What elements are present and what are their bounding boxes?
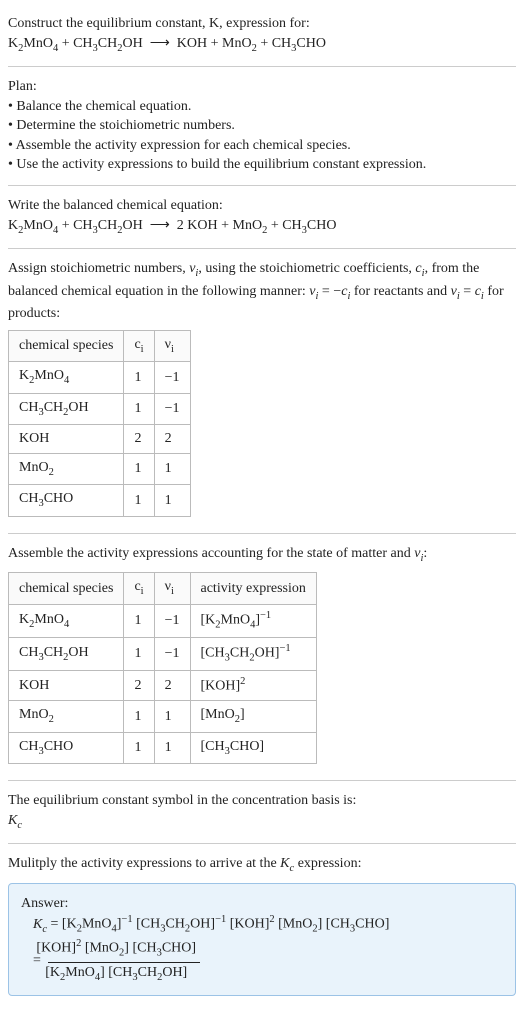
- plan-item: • Determine the stoichiometric numbers.: [8, 116, 516, 136]
- table-row: CH3CH2OH 1 −1: [9, 393, 191, 424]
- cell: −1: [154, 362, 190, 393]
- cell: 1: [124, 732, 154, 763]
- th-ci: ci: [124, 330, 154, 361]
- th-vi: νi: [154, 330, 190, 361]
- cell: [K2MnO4]−1: [190, 604, 316, 637]
- cell: KOH: [9, 670, 124, 700]
- cell: 1: [124, 362, 154, 393]
- divider: [8, 780, 516, 781]
- cell: MnO2: [9, 453, 124, 484]
- table-header-row: chemical species ci νi: [9, 330, 191, 361]
- cell: K2MnO4: [9, 362, 124, 393]
- cell: −1: [154, 393, 190, 424]
- assemble-text: Assemble the activity expressions accoun…: [8, 544, 516, 566]
- cell: CH3CHO: [9, 485, 124, 516]
- cell: 1: [154, 701, 190, 732]
- cell: 1: [154, 485, 190, 516]
- cell: 1: [124, 604, 154, 637]
- kc-symbol-text: The equilibrium constant symbol in the c…: [8, 791, 516, 811]
- answer-fraction: [KOH]2 [MnO2] [CH3CHO] [K2MnO4] [CH3CH2O…: [48, 937, 200, 985]
- cell: [CH3CH2OH]−1: [190, 637, 316, 670]
- intro-line1: Construct the equilibrium constant, K, e…: [8, 14, 516, 34]
- kc-symbol-section: The equilibrium constant symbol in the c…: [8, 785, 516, 839]
- cell: 1: [124, 637, 154, 670]
- divider: [8, 843, 516, 844]
- activity-section: Assemble the activity expressions accoun…: [8, 538, 516, 776]
- cell: [KOH]2: [190, 670, 316, 700]
- plan-item: • Balance the chemical equation.: [8, 97, 516, 117]
- th-ci: ci: [124, 573, 154, 604]
- stoich-assign-section: Assign stoichiometric numbers, νi, using…: [8, 253, 516, 529]
- cell: 1: [124, 393, 154, 424]
- answer-label: Answer:: [21, 894, 503, 914]
- cell: 1: [124, 485, 154, 516]
- cell: [CH3CHO]: [190, 732, 316, 763]
- cell: CH3CHO: [9, 732, 124, 763]
- th-activity: activity expression: [190, 573, 316, 604]
- th-vi: νi: [154, 573, 190, 604]
- answer-box: Answer: Kc = [K2MnO4]−1 [CH3CH2OH]−1 [KO…: [8, 883, 516, 996]
- table-row: KOH 2 2 [KOH]2: [9, 670, 317, 700]
- table-row: CH3CHO 1 1 [CH3CHO]: [9, 732, 317, 763]
- cell: K2MnO4: [9, 604, 124, 637]
- table-row: K2MnO4 1 −1: [9, 362, 191, 393]
- kc-symbol: Kc: [8, 811, 516, 833]
- plan-section: Plan: • Balance the chemical equation. •…: [8, 71, 516, 181]
- balanced-section: Write the balanced chemical equation: K2…: [8, 190, 516, 244]
- divider: [8, 185, 516, 186]
- activity-table: chemical species ci νi activity expressi…: [8, 572, 317, 764]
- th-species: chemical species: [9, 573, 124, 604]
- fraction-numerator: [KOH]2 [MnO2] [CH3CHO]: [48, 937, 200, 962]
- answer-line1: Kc = [K2MnO4]−1 [CH3CH2OH]−1 [KOH]2 [MnO…: [49, 913, 503, 937]
- answer-line2: = [KOH]2 [MnO2] [CH3CHO] [K2MnO4] [CH3CH…: [49, 937, 503, 985]
- table-row: MnO2 1 1: [9, 453, 191, 484]
- divider: [8, 533, 516, 534]
- cell: CH3CH2OH: [9, 393, 124, 424]
- cell: 1: [154, 732, 190, 763]
- cell: −1: [154, 604, 190, 637]
- intro-equation: K2MnO4 + CH3CH2OH ⟶ KOH + MnO2 + CH3CHO: [8, 34, 516, 56]
- table-row: K2MnO4 1 −1 [K2MnO4]−1: [9, 604, 317, 637]
- cell: KOH: [9, 425, 124, 454]
- intro-section: Construct the equilibrium constant, K, e…: [8, 8, 516, 62]
- multiply-section: Mulitply the activity expressions to arr…: [8, 848, 516, 1008]
- balanced-equation: K2MnO4 + CH3CH2OH ⟶ 2 KOH + MnO2 + CH3CH…: [8, 216, 516, 238]
- table-row: MnO2 1 1 [MnO2]: [9, 701, 317, 732]
- divider: [8, 66, 516, 67]
- table-row: CH3CHO 1 1: [9, 485, 191, 516]
- th-species: chemical species: [9, 330, 124, 361]
- fraction-denominator: [K2MnO4] [CH3CH2OH]: [48, 963, 200, 985]
- cell: 2: [124, 670, 154, 700]
- divider: [8, 248, 516, 249]
- cell: CH3CH2OH: [9, 637, 124, 670]
- table-row: CH3CH2OH 1 −1 [CH3CH2OH]−1: [9, 637, 317, 670]
- cell: 2: [124, 425, 154, 454]
- stoich-table: chemical species ci νi K2MnO4 1 −1 CH3CH…: [8, 330, 191, 517]
- cell: 1: [124, 701, 154, 732]
- cell: 2: [154, 425, 190, 454]
- multiply-text: Mulitply the activity expressions to arr…: [8, 854, 516, 876]
- plan-item: • Assemble the activity expression for e…: [8, 136, 516, 156]
- plan-heading: Plan:: [8, 77, 516, 97]
- cell: 1: [154, 453, 190, 484]
- cell: 2: [154, 670, 190, 700]
- plan-item: • Use the activity expressions to build …: [8, 155, 516, 175]
- cell: 1: [124, 453, 154, 484]
- cell: MnO2: [9, 701, 124, 732]
- table-row: KOH 2 2: [9, 425, 191, 454]
- cell: [MnO2]: [190, 701, 316, 732]
- balanced-heading: Write the balanced chemical equation:: [8, 196, 516, 216]
- table-header-row: chemical species ci νi activity expressi…: [9, 573, 317, 604]
- stoich-assign-text: Assign stoichiometric numbers, νi, using…: [8, 259, 516, 324]
- cell: −1: [154, 637, 190, 670]
